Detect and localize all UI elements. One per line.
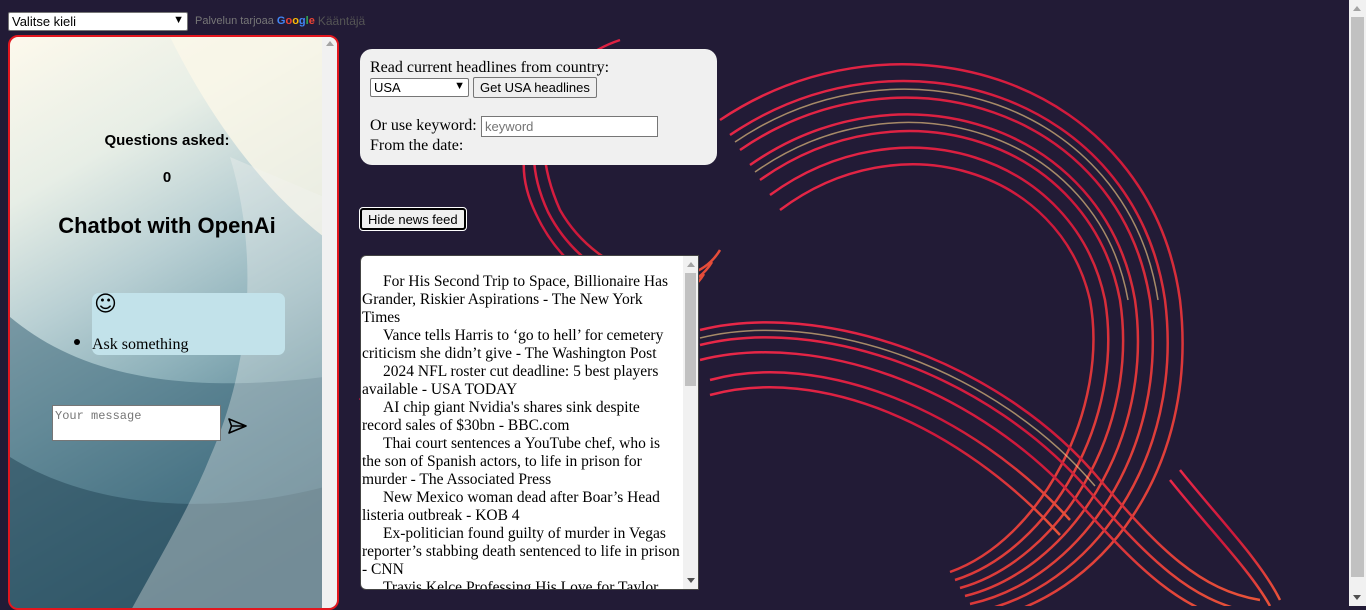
smiley-icon: ☺ (94, 292, 117, 317)
scroll-up-arrow-icon[interactable] (687, 262, 695, 267)
google-translate-bar: Valitse kieli ▼ Palvelun tarjoaa Google … (8, 11, 365, 31)
chatbot-content: Questions asked: 0 Chatbot with OpenAi ☺… (10, 37, 324, 608)
news-scroll-thumb[interactable] (685, 273, 696, 386)
scroll-down-arrow-icon[interactable] (1353, 595, 1361, 600)
scroll-up-arrow-icon[interactable] (1353, 6, 1361, 11)
message-input[interactable]: Your message (52, 405, 221, 441)
date-label: From the date: (370, 137, 464, 154)
keyword-label: Or use keyword: (370, 117, 477, 134)
scroll-up-arrow-icon[interactable] (326, 41, 334, 46)
news-list: For His Second Trip to Space, Billionair… (362, 273, 682, 589)
powered-by: Palvelun tarjoaa Google Kääntäjä (195, 14, 365, 28)
news-item[interactable]: Thai court sentences a YouTube chef, who… (362, 435, 682, 489)
page-scrollbar[interactable] (1349, 0, 1366, 606)
chevron-down-icon: ▼ (454, 80, 465, 92)
language-select-value: Valitse kieli (12, 13, 77, 29)
headlines-form: Read current headlines from country: USA… (360, 49, 717, 165)
powered-by-label: Palvelun tarjoaa (195, 15, 274, 27)
news-item[interactable]: 2024 NFL roster cut deadline: 5 best pla… (362, 363, 682, 399)
chatbot-scrollbar[interactable] (322, 37, 337, 608)
country-label: Read current headlines from country: (370, 59, 610, 76)
news-item[interactable]: For His Second Trip to Space, Billionair… (362, 273, 682, 327)
scroll-down-arrow-icon[interactable] (687, 578, 695, 583)
bot-message-bubble: ☺ Ask something (92, 293, 285, 355)
hide-news-feed-button[interactable]: Hide news feed (359, 207, 467, 231)
get-headlines-button[interactable]: Get USA headlines (473, 77, 597, 98)
language-select[interactable]: Valitse kieli ▼ (8, 11, 188, 31)
bot-message-text: Ask something (92, 336, 189, 353)
news-feed: For His Second Trip to Space, Billionair… (360, 255, 699, 590)
keyword-input[interactable]: keyword (481, 116, 658, 137)
page-scroll-thumb[interactable] (1351, 17, 1364, 577)
chevron-down-icon: ▼ (173, 13, 184, 26)
country-select-value: USA (374, 80, 401, 95)
country-select[interactable]: USA ▼ (370, 78, 469, 97)
send-icon[interactable] (228, 418, 248, 434)
news-item[interactable]: Ex-politician found guilty of murder in … (362, 525, 682, 579)
chatbot-title: Chatbot with OpenAi (58, 213, 276, 238)
news-item[interactable]: Travis Kelce Professing His Love for Tay… (362, 579, 682, 589)
questions-asked-count: 0 (162, 169, 172, 186)
list-bullet (74, 339, 80, 345)
news-item[interactable]: AI chip giant Nvidia's shares sink despi… (362, 399, 682, 435)
questions-asked-label: Questions asked: (104, 132, 230, 149)
news-item[interactable]: Vance tells Harris to ‘go to hell’ for c… (362, 327, 682, 363)
chatbot-panel: Questions asked: 0 Chatbot with OpenAi ☺… (8, 35, 339, 610)
news-item[interactable]: New Mexico woman dead after Boar’s Head … (362, 489, 682, 525)
google-logo[interactable]: Google (277, 15, 315, 27)
translate-link[interactable]: Kääntäjä (318, 14, 365, 28)
news-scrollbar[interactable] (683, 256, 698, 589)
